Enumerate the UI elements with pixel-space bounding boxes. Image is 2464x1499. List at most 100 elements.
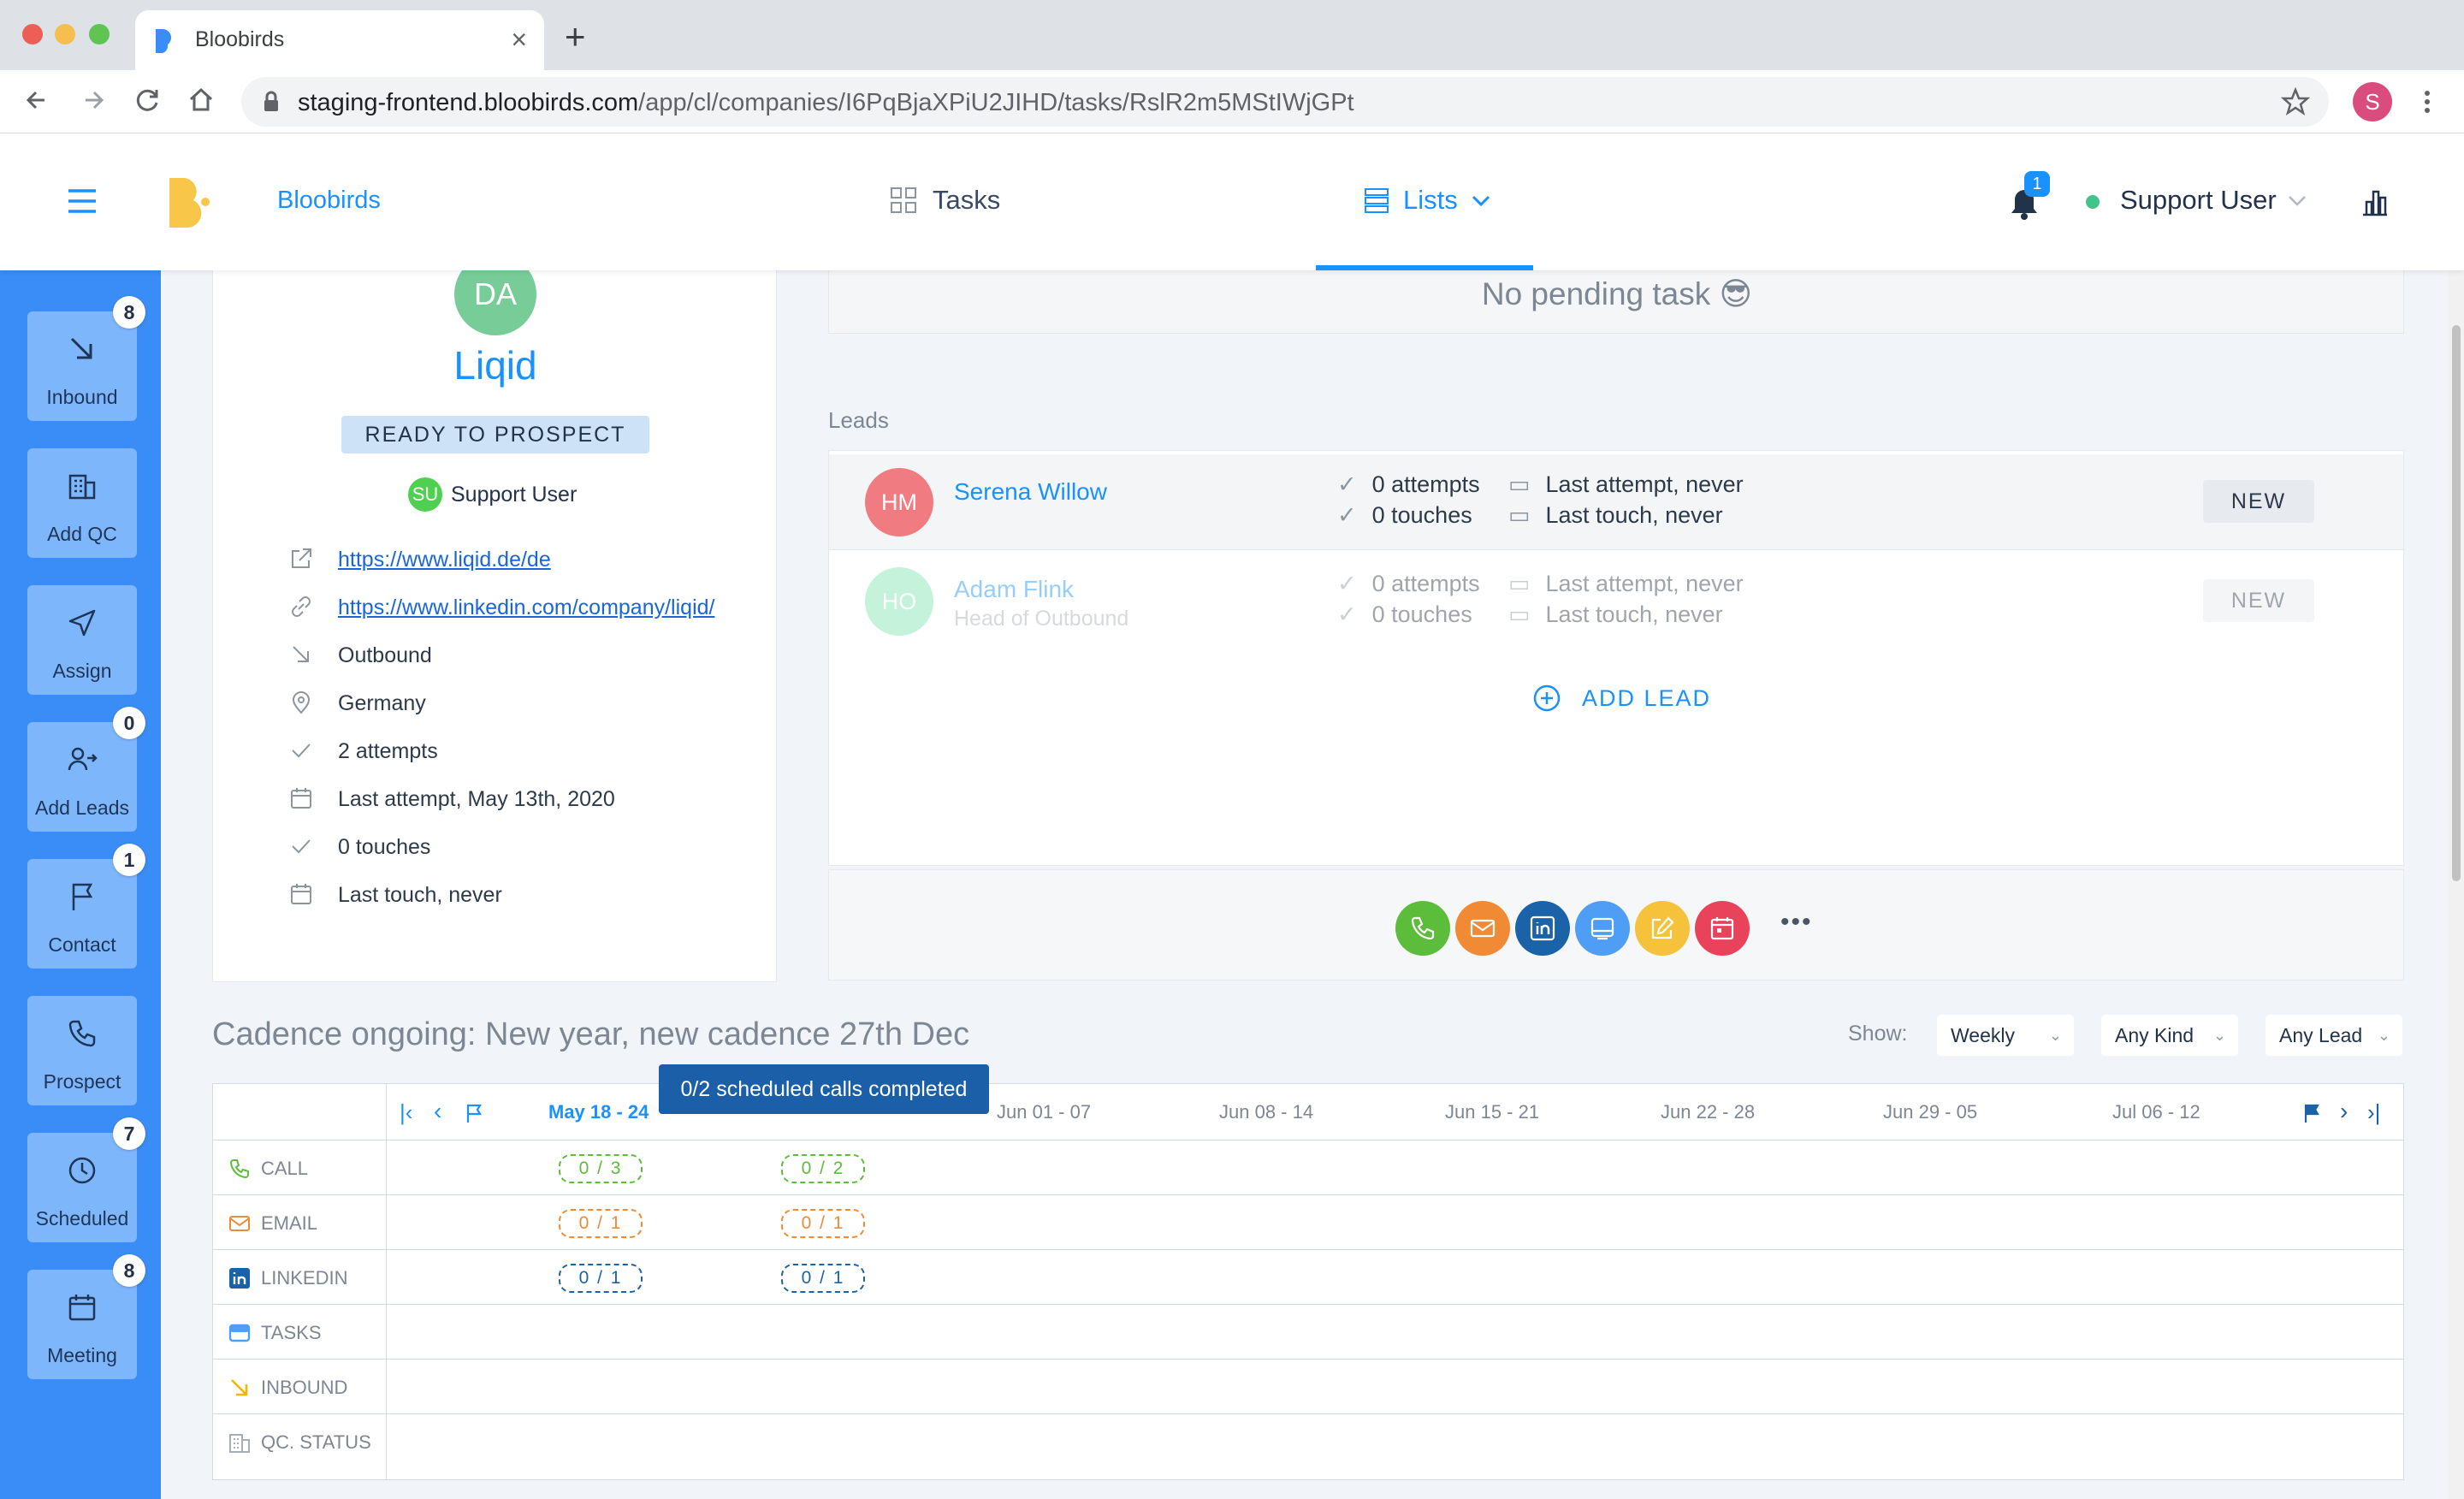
week-column-header[interactable]: Jun 15 - 21 (1445, 1101, 1539, 1123)
cadence-title: Cadence ongoing: New year, new cadence 2… (212, 1016, 970, 1052)
email-progress-chip[interactable]: 0 / 1 (559, 1209, 643, 1238)
week-column-header[interactable]: Jun 01 - 07 (997, 1101, 1091, 1123)
flag-filled-icon[interactable] (2302, 1103, 2321, 1123)
task-icon (228, 1324, 251, 1342)
close-window-button[interactable] (22, 24, 43, 44)
calendar-icon: ▭ (1508, 601, 1531, 627)
sidebar-item-label: Inbound (46, 386, 118, 408)
building-icon (229, 1434, 250, 1453)
last-week-button[interactable]: ›| (2367, 1099, 2380, 1126)
prev-week-button[interactable]: ‹ (434, 1098, 441, 1125)
maximize-window-button[interactable] (89, 24, 110, 44)
cadence-row-label: TASKS (261, 1322, 322, 1343)
forward-icon[interactable] (74, 80, 113, 120)
linkedin-progress-chip[interactable]: 0 / 1 (559, 1264, 643, 1293)
lead-last-attempt: ▭ Last attempt, never (1508, 571, 1744, 596)
hamburger-menu-icon[interactable] (67, 188, 98, 214)
sidebar-item-label: Prospect (43, 1070, 121, 1093)
sidebar-item-add-qc[interactable]: Add QC (27, 448, 137, 558)
lead-status-badge[interactable]: NEW (2203, 579, 2314, 622)
page-scrollbar-thumb[interactable] (2452, 325, 2461, 881)
nav-tasks[interactable]: Tasks (890, 185, 1010, 219)
show-label: Show: (1848, 1022, 1908, 1046)
next-week-button[interactable]: › (2340, 1098, 2348, 1125)
browser-tab-strip: Bloobirds × + (0, 0, 2464, 70)
email-progress-chip[interactable]: 0 / 1 (781, 1209, 865, 1238)
more-actions-button[interactable]: ••• (1780, 908, 1813, 937)
call-progress-chip[interactable]: 0 / 2 (781, 1154, 865, 1183)
company-linkedin-link[interactable]: https://www.linkedin.com/company/liqid/ (338, 595, 714, 620)
week-column-header[interactable]: Jun 08 - 14 (1219, 1101, 1313, 1123)
task-action-button[interactable] (1575, 901, 1630, 956)
reload-icon[interactable] (128, 80, 168, 120)
week-column-header[interactable]: Jun 29 - 05 (1883, 1101, 1977, 1123)
company-last-touch: Last touch, never (338, 883, 502, 907)
lead-name[interactable]: Adam Flink (954, 576, 1074, 603)
brand-name[interactable]: Bloobirds (277, 187, 381, 215)
sidebar-item-label: Add Leads (35, 797, 129, 819)
company-name[interactable]: Liqid (213, 342, 778, 388)
linkedin-progress-chip[interactable]: 0 / 1 (781, 1264, 865, 1293)
lead-row[interactable]: HM Serena Willow ✓ 0 attempts ✓ 0 touches … (829, 454, 2403, 550)
scheduled-count-badge: 7 (113, 1117, 145, 1150)
lead-filter-select[interactable]: Any Lead ⌄ (2266, 1015, 2402, 1056)
lead-row[interactable]: HO Adam Flink Head of Outbound ✓ 0 attemp… (829, 554, 2403, 649)
note-action-button[interactable] (1635, 901, 1690, 956)
kind-filter-select[interactable]: Any Kind ⌄ (2101, 1015, 2238, 1056)
cadence-row-label: LINKEDIN (261, 1267, 348, 1289)
cadence-label-divider (386, 1084, 387, 1479)
notification-count-badge: 1 (2024, 171, 2050, 197)
sidebar-item-add-leads[interactable]: Add Leads (27, 722, 137, 832)
lead-job-title: Head of Outbound (954, 607, 1129, 631)
call-progress-chip[interactable]: 0 / 3 (559, 1154, 643, 1183)
linkedin-action-button[interactable] (1515, 901, 1570, 956)
lead-attempts: ✓ 0 attempts (1337, 571, 1480, 596)
bookmark-star-icon[interactable] (2281, 87, 2310, 116)
week-column-header[interactable]: Jul 06 - 12 (2112, 1101, 2200, 1123)
company-source: Outbound (338, 643, 432, 667)
browser-tab[interactable]: Bloobirds × (135, 10, 544, 70)
company-card: DA Liqid READY TO PROSPECT SU Support Us… (212, 253, 778, 982)
first-week-button[interactable]: |‹ (400, 1099, 412, 1126)
user-menu[interactable]: Support User (2120, 185, 2277, 216)
user-menu-chevron-icon[interactable] (2288, 195, 2307, 207)
flag-outline-icon[interactable] (465, 1103, 483, 1123)
sidebar-item-meeting[interactable]: Meeting (27, 1270, 137, 1379)
week-column-header[interactable]: May 18 - 24 (548, 1101, 649, 1123)
inbound-count-badge: 8 (113, 296, 145, 329)
call-action-button[interactable] (1395, 901, 1450, 956)
add-lead-label: ADD LEAD (1582, 685, 1712, 711)
cadence-row-email: EMAIL 0 / 1 0 / 1 (213, 1195, 2403, 1250)
home-icon[interactable] (181, 80, 221, 120)
sidebar-item-scheduled[interactable]: Scheduled (27, 1133, 137, 1242)
week-column-header[interactable]: Jun 22 - 28 (1661, 1101, 1755, 1123)
email-action-button[interactable] (1455, 901, 1510, 956)
bar-chart-icon[interactable] (2360, 187, 2390, 217)
lead-status-badge[interactable]: NEW (2203, 480, 2314, 523)
list-icon (1365, 188, 1389, 213)
user-arrow-icon (68, 747, 98, 771)
company-status-badge[interactable]: READY TO PROSPECT (341, 416, 649, 453)
cadence-row-call: CALL 0 / 3 0 / 2 (213, 1141, 2403, 1195)
meeting-action-button[interactable] (1695, 901, 1750, 956)
period-filter-select[interactable]: Weekly ⌄ (1937, 1015, 2074, 1056)
company-website-link[interactable]: https://www.liqid.de/de (338, 548, 551, 572)
browser-menu-icon[interactable] (2414, 87, 2440, 116)
sidebar-item-contact[interactable]: Contact (27, 859, 137, 969)
profile-avatar[interactable]: S (2353, 82, 2392, 121)
sidebar-item-assign[interactable]: Assign (27, 585, 137, 695)
nav-lists[interactable]: Lists (1364, 185, 1501, 219)
address-bar[interactable]: staging-frontend.bloobirds.com/app/cl/co… (241, 77, 2329, 127)
grid-icon (891, 187, 916, 213)
new-tab-button[interactable]: + (565, 19, 586, 55)
tab-close-icon[interactable]: × (511, 24, 527, 56)
company-last-attempt: Last attempt, May 13th, 2020 (338, 787, 615, 811)
minimize-window-button[interactable] (55, 24, 75, 44)
lead-name[interactable]: Serena Willow (954, 478, 1107, 506)
sidebar-item-prospect[interactable]: Prospect (27, 996, 137, 1105)
sidebar-item-inbound[interactable]: Inbound (27, 311, 137, 421)
back-icon[interactable] (17, 80, 56, 120)
add-lead-button[interactable]: ADD LEAD (1532, 682, 1721, 716)
mail-icon (229, 1216, 250, 1231)
scheduled-calls-tooltip: 0/2 scheduled calls completed (659, 1064, 989, 1114)
